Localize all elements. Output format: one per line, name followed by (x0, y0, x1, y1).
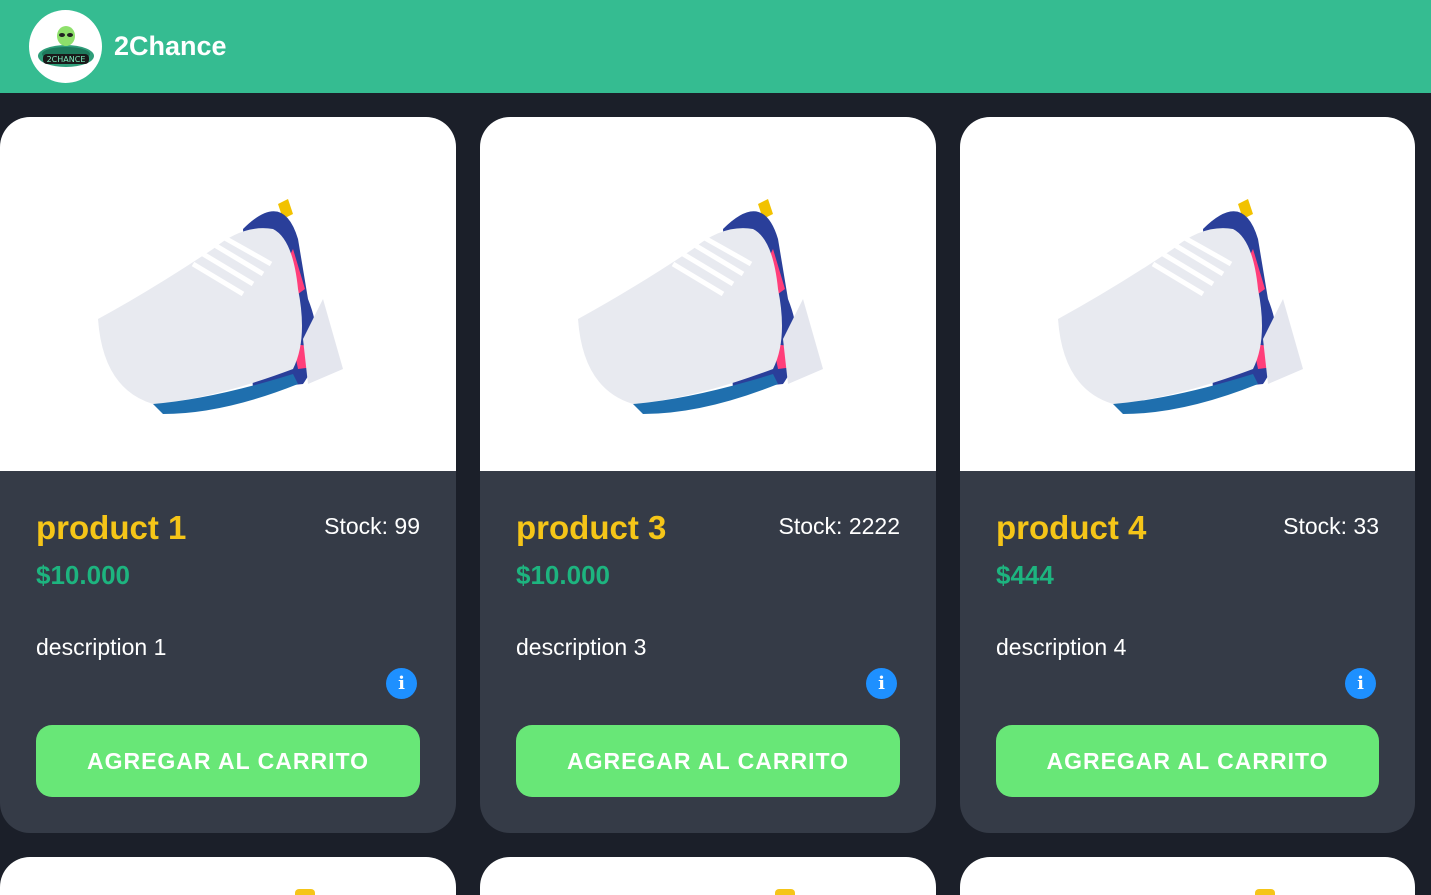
sneaker-icon (295, 889, 315, 895)
add-to-cart-button[interactable]: AGREGAR AL CARRITO (996, 725, 1379, 797)
product-image (0, 117, 456, 471)
sneaker-icon (578, 199, 823, 414)
info-icon[interactable]: i (1345, 668, 1376, 699)
product-image (960, 117, 1415, 471)
sneaker-icon (1255, 889, 1275, 895)
product-title: product 3 (516, 509, 667, 546)
product-stock: Stock: 2222 (778, 513, 900, 539)
navbar: 2CHANCE 2Chance (0, 0, 1431, 93)
brand-name[interactable]: 2Chance (114, 31, 227, 62)
sneaker-icon (1057, 199, 1303, 414)
product-title: product 1 (36, 509, 187, 546)
info-icon[interactable]: i (866, 668, 897, 699)
product-description: description 3 (516, 634, 647, 660)
card-body: product 4 Stock: 33 $444 description 4 i… (960, 471, 1415, 833)
add-to-cart-button[interactable]: AGREGAR AL CARRITO (516, 725, 900, 797)
product-price: $10.000 (516, 560, 610, 590)
card-body: product 1 Stock: 99 $10.000 description … (0, 471, 456, 833)
alien-logo-icon: 2CHANCE (33, 14, 98, 79)
product-title: product 4 (996, 509, 1147, 546)
product-price: $444 (996, 560, 1054, 590)
logo-lettering: 2CHANCE (46, 55, 85, 64)
product-image (480, 117, 936, 471)
product-card: product 1 Stock: 99 $10.000 description … (0, 117, 456, 833)
product-stock: Stock: 99 (324, 513, 420, 539)
sneaker-icon (775, 889, 795, 895)
brand-logo[interactable]: 2CHANCE (29, 10, 102, 83)
product-description: description 1 (36, 634, 167, 660)
sneaker-icon (98, 199, 343, 414)
info-icon[interactable]: i (386, 668, 417, 699)
product-stock: Stock: 33 (1283, 513, 1379, 539)
add-to-cart-button[interactable]: AGREGAR AL CARRITO (36, 725, 420, 797)
product-card: product 4 Stock: 33 $444 description 4 i… (960, 117, 1415, 833)
product-card-partial (480, 857, 936, 895)
product-price: $10.000 (36, 560, 130, 590)
product-card-partial (960, 857, 1415, 895)
product-description: description 4 (996, 634, 1127, 660)
product-card-partial (0, 857, 456, 895)
product-card: product 3 Stock: 2222 $10.000 descriptio… (480, 117, 936, 833)
card-body: product 3 Stock: 2222 $10.000 descriptio… (480, 471, 936, 833)
